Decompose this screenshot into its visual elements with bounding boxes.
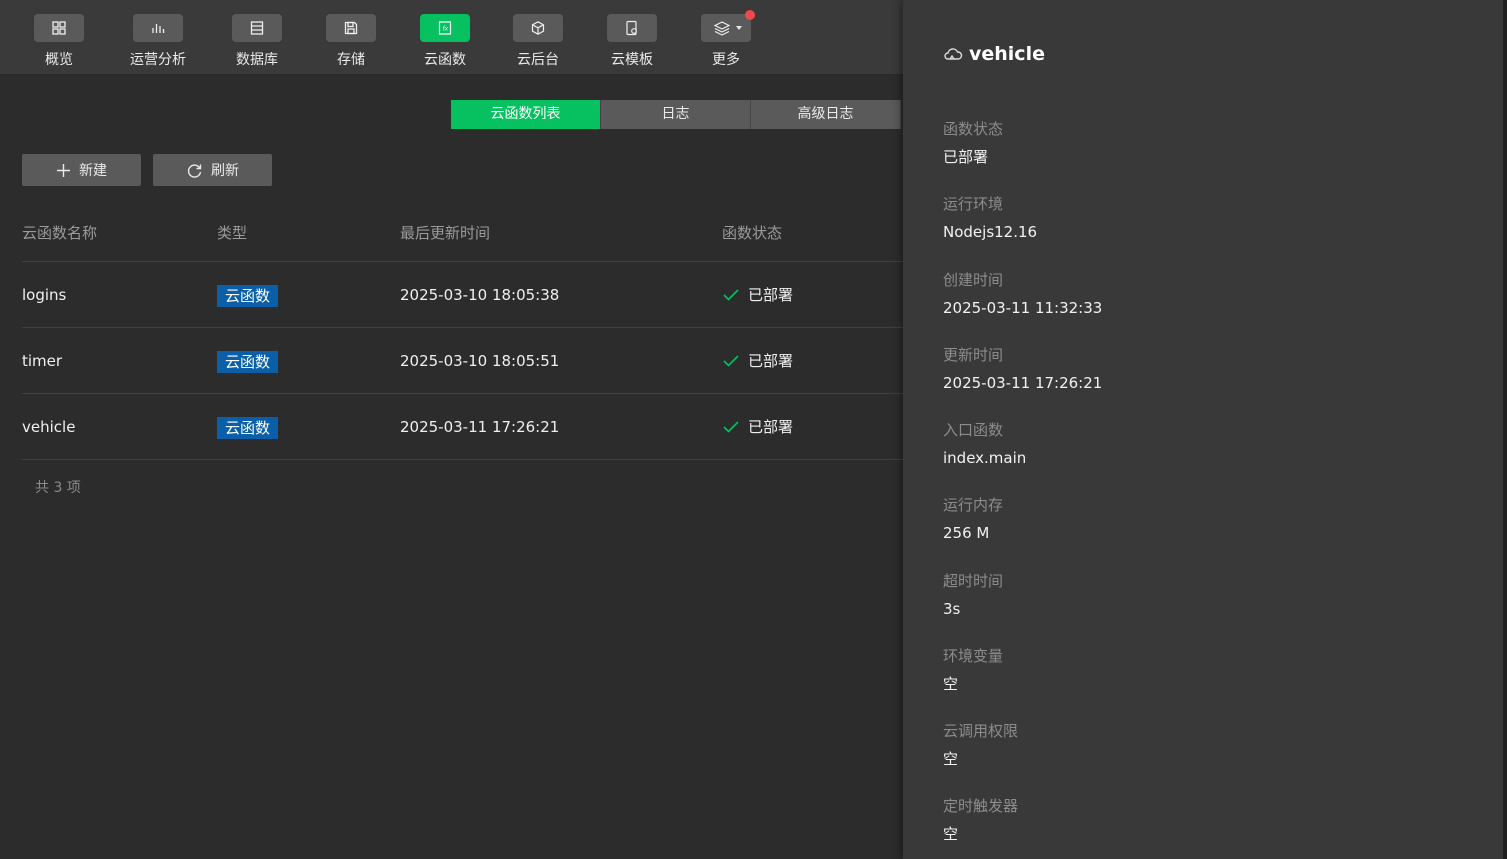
function-name[interactable]: vehicle bbox=[22, 394, 75, 460]
detail-field-status: 函数状态 已部署 bbox=[943, 118, 1003, 168]
type-tag: 云函数 bbox=[217, 284, 279, 307]
status-text: 已部署 bbox=[748, 286, 794, 304]
tab-function-list[interactable]: 云函数列表 bbox=[451, 100, 601, 129]
bar-chart-icon bbox=[133, 14, 183, 42]
new-button[interactable]: 新建 bbox=[22, 154, 141, 186]
refresh-button[interactable]: 刷新 bbox=[153, 154, 272, 186]
status-text: 已部署 bbox=[748, 352, 794, 370]
window-edge bbox=[1503, 0, 1507, 859]
toolbar-database[interactable]: 数据库 bbox=[217, 14, 297, 72]
updated-time: 2025-03-10 18:05:51 bbox=[400, 352, 560, 370]
detail-field-updated: 更新时间 2025-03-11 17:26:21 bbox=[943, 344, 1102, 394]
function-detail-panel: vehicle 函数状态 已部署 运行环境 Nodejs12.16 创建时间 2… bbox=[903, 0, 1503, 859]
detail-title: vehicle bbox=[943, 43, 1045, 65]
new-button-label: 新建 bbox=[79, 163, 107, 179]
status-text: 已部署 bbox=[748, 418, 794, 436]
layers-icon bbox=[701, 10, 755, 42]
refresh-button-label: 刷新 bbox=[211, 163, 239, 179]
database-icon bbox=[232, 14, 282, 42]
field-label: 运行环境 bbox=[943, 195, 1004, 213]
cloud-function-icon: fx bbox=[420, 14, 470, 42]
check-icon bbox=[723, 355, 739, 367]
check-icon bbox=[723, 421, 739, 433]
tab-advanced-logs[interactable]: 高级日志 bbox=[751, 100, 901, 129]
updated-time: 2025-03-11 17:26:21 bbox=[400, 418, 560, 436]
toolbar-overview[interactable]: 概览 bbox=[19, 14, 99, 72]
storage-save-icon bbox=[326, 14, 376, 42]
toolbar-label: 数据库 bbox=[236, 52, 278, 68]
field-label: 创建时间 bbox=[943, 271, 1004, 289]
type-tag: 云函数 bbox=[217, 416, 279, 439]
plus-icon bbox=[57, 163, 70, 177]
toolbar-label: 存储 bbox=[337, 52, 365, 68]
table-row[interactable]: timer 云函数 2025-03-10 18:05:51 已部署 bbox=[22, 327, 903, 393]
toolbar-label: 更多 bbox=[712, 52, 740, 68]
toolbar-more[interactable]: 更多 bbox=[686, 10, 766, 72]
table-divider bbox=[22, 459, 903, 460]
total-count: 共 3 项 bbox=[35, 480, 81, 496]
updated-time: 2025-03-10 18:05:38 bbox=[400, 286, 560, 304]
detail-field-created: 创建时间 2025-03-11 11:32:33 bbox=[943, 269, 1102, 319]
field-label: 更新时间 bbox=[943, 346, 1004, 364]
detail-field-permission: 云调用权限 空 bbox=[943, 720, 1018, 770]
function-name[interactable]: logins bbox=[22, 262, 66, 328]
toolbar-label: 云模板 bbox=[611, 52, 653, 68]
detail-field-entry: 入口函数 index.main bbox=[943, 419, 1026, 469]
field-label: 环境变量 bbox=[943, 647, 1004, 665]
toolbar-analytics[interactable]: 运营分析 bbox=[118, 14, 198, 72]
field-value: 256 M bbox=[943, 524, 990, 542]
detail-field-env: 环境变量 空 bbox=[943, 645, 1003, 695]
field-value: 已部署 bbox=[943, 148, 989, 166]
header-updated[interactable]: 最后更新时间 bbox=[400, 222, 490, 243]
check-icon bbox=[723, 289, 739, 301]
tab-bar: 云函数列表 日志 高级日志 bbox=[451, 100, 901, 129]
cube-icon bbox=[513, 14, 563, 42]
toolbar-cloud-backend[interactable]: 云后台 bbox=[498, 14, 578, 72]
toolbar-label: 概览 bbox=[45, 52, 73, 68]
detail-field-timeout: 超时时间 3s bbox=[943, 570, 1003, 620]
toolbar-cloud-template[interactable]: 云模板 bbox=[592, 14, 672, 72]
tab-logs[interactable]: 日志 bbox=[601, 100, 751, 129]
chevron-down-icon bbox=[736, 26, 742, 30]
table-row[interactable]: vehicle 云函数 2025-03-11 17:26:21 已部署 bbox=[22, 393, 903, 459]
field-value: 空 bbox=[943, 675, 959, 693]
field-value: 3s bbox=[943, 600, 961, 618]
type-tag: 云函数 bbox=[217, 350, 279, 373]
toolbar-label: 运营分析 bbox=[130, 52, 186, 68]
field-value: 空 bbox=[943, 750, 959, 768]
detail-field-runtime: 运行环境 Nodejs12.16 bbox=[943, 193, 1037, 243]
header-type[interactable]: 类型 bbox=[217, 222, 247, 243]
detail-field-trigger: 定时触发器 空 bbox=[943, 795, 1018, 845]
detail-field-memory: 运行内存 256 M bbox=[943, 494, 1003, 544]
field-value: 2025-03-11 17:26:21 bbox=[943, 374, 1103, 392]
function-name[interactable]: timer bbox=[22, 328, 62, 394]
overview-grid-icon bbox=[34, 14, 84, 42]
field-value: index.main bbox=[943, 449, 1027, 467]
header-name[interactable]: 云函数名称 bbox=[22, 222, 97, 243]
field-label: 定时触发器 bbox=[943, 797, 1019, 815]
header-status[interactable]: 函数状态 bbox=[722, 222, 782, 243]
refresh-icon bbox=[187, 163, 202, 178]
field-value: 2025-03-11 11:32:33 bbox=[943, 299, 1103, 317]
field-label: 云调用权限 bbox=[943, 722, 1019, 740]
table-row[interactable]: logins 云函数 2025-03-10 18:05:38 已部署 bbox=[22, 261, 903, 327]
field-label: 运行内存 bbox=[943, 496, 1004, 514]
svg-text:fx: fx bbox=[443, 26, 449, 33]
field-label: 函数状态 bbox=[943, 120, 1004, 138]
cloud-icon bbox=[944, 48, 963, 60]
toolbar-label: 云后台 bbox=[517, 52, 559, 68]
notification-dot bbox=[745, 10, 755, 20]
field-label: 超时时间 bbox=[943, 572, 1004, 590]
toolbar-label: 云函数 bbox=[424, 52, 466, 68]
toolbar-cloud-function[interactable]: fx 云函数 bbox=[405, 14, 485, 72]
detail-title-text: vehicle bbox=[969, 43, 1045, 65]
field-value: 空 bbox=[943, 825, 959, 843]
top-toolbar: 概览 运营分析 数据库 存储 fx 云函数 云后台 云模板 更多 bbox=[0, 0, 903, 75]
field-value: Nodejs12.16 bbox=[943, 223, 1038, 241]
template-icon bbox=[607, 14, 657, 42]
toolbar-storage[interactable]: 存储 bbox=[311, 14, 391, 72]
field-label: 入口函数 bbox=[943, 421, 1004, 439]
